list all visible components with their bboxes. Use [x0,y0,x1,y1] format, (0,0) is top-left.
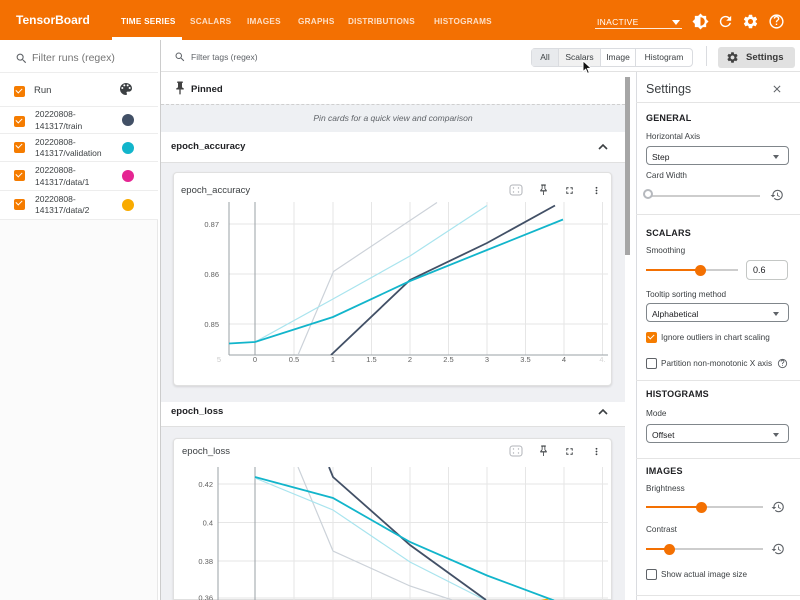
svg-text:4.: 4. [599,355,605,364]
svg-text:0.4: 0.4 [203,519,213,528]
svg-text:0.38: 0.38 [198,557,213,566]
svg-text:0.5: 0.5 [289,355,299,364]
svg-text:1: 1 [331,355,335,364]
svg-text:0.85: 0.85 [204,320,219,329]
svg-text:0.36: 0.36 [198,594,213,600]
svg-text:3: 3 [485,355,489,364]
svg-text:0.87: 0.87 [204,220,219,229]
svg-text:5: 5 [217,355,221,364]
svg-text:1.5: 1.5 [366,355,376,364]
svg-text:4: 4 [562,355,566,364]
svg-text:0: 0 [253,355,257,364]
svg-text:0.42: 0.42 [198,480,213,489]
svg-text:3.5: 3.5 [520,355,530,364]
svg-text:2: 2 [408,355,412,364]
svg-text:2.5: 2.5 [443,355,453,364]
svg-text:0.86: 0.86 [204,270,219,279]
